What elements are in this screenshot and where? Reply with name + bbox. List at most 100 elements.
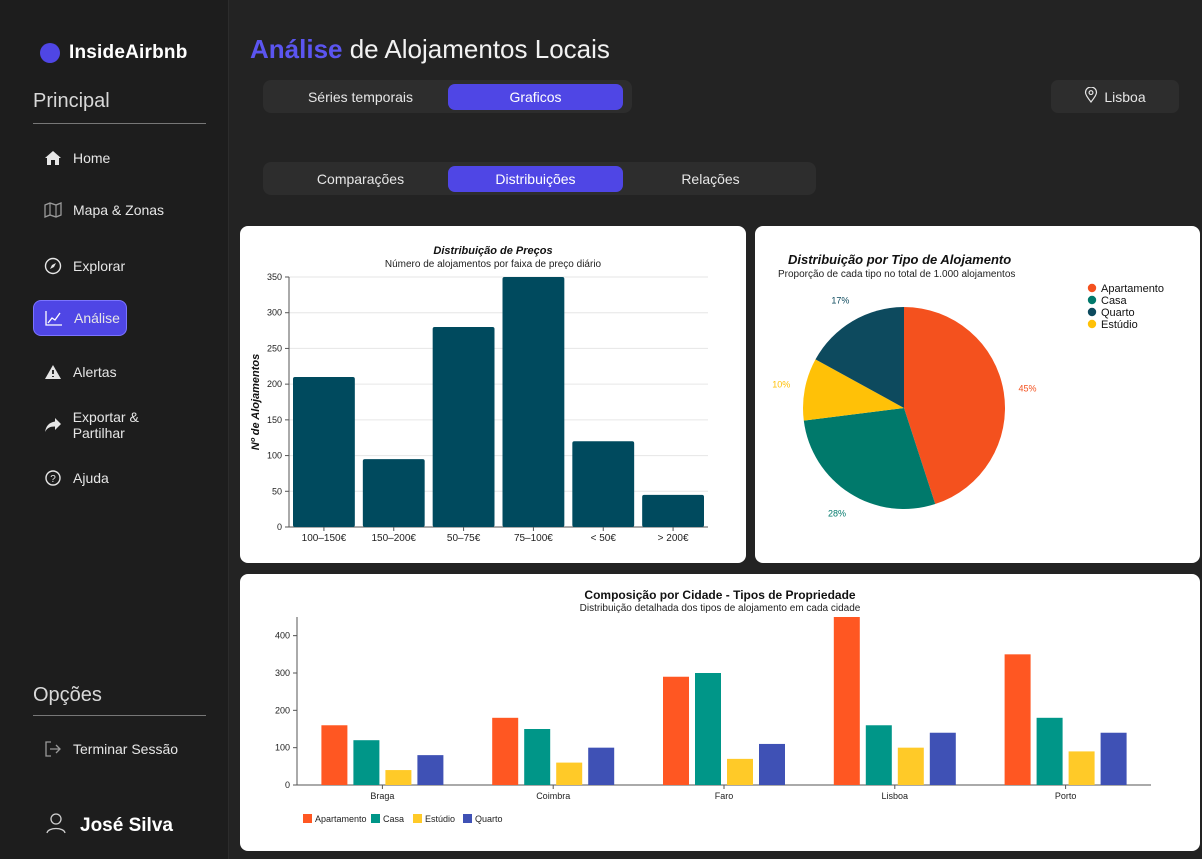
bar [293, 377, 355, 527]
x-tick-label: Faro [715, 791, 734, 801]
tab-series-temporais[interactable]: Séries temporais [273, 84, 448, 110]
chart-title: Composição por Cidade - Tipos de Proprie… [584, 588, 855, 602]
y-tick-label: 50 [272, 486, 282, 496]
price-distribution-card: Distribuição de Preços Número de alojamen… [240, 226, 746, 563]
x-tick-label: Coimbra [536, 791, 570, 801]
bar [727, 758, 753, 785]
svg-text:?: ? [50, 474, 56, 485]
bar [362, 459, 425, 527]
sidebar-item-home[interactable]: Home [33, 140, 193, 176]
pie-label: 10% [772, 380, 790, 390]
warning-icon [43, 362, 63, 382]
x-tick-label: 150–200€ [372, 533, 417, 544]
location-pin-icon [1084, 86, 1098, 106]
y-tick-label: 100 [267, 451, 282, 461]
legend-label: Apartamento [315, 814, 367, 824]
bar [1004, 654, 1031, 785]
legend-marker [1087, 319, 1097, 329]
user-profile[interactable]: José Silva [46, 812, 173, 839]
legend-label: Casa [1101, 295, 1128, 307]
type-distribution-card: Distribuição por Tipo de Alojamento Propo… [755, 226, 1200, 563]
x-tick-label: 100–150€ [302, 533, 347, 544]
y-tick-label: 150 [267, 415, 282, 425]
bar [929, 732, 956, 785]
logout-button[interactable]: Terminar Sessão [33, 731, 193, 767]
sidebar-item-ajuda[interactable]: ? Ajuda [33, 460, 193, 496]
city-composition-chart: Composição por Cidade - Tipos de Proprie… [275, 588, 1151, 824]
location-label: Lisboa [1104, 88, 1146, 105]
y-tick-label: 400 [275, 631, 290, 641]
bar [897, 747, 924, 785]
y-tick-label: 200 [267, 379, 282, 389]
x-tick-label: 50–75€ [447, 533, 481, 544]
user-avatar-icon [46, 812, 66, 839]
view-tabs: Séries temporais Graficos [263, 80, 632, 113]
pie-label: 28% [828, 509, 846, 519]
chart-subtitle: Distribuição detalhada dos tipos de aloj… [580, 603, 861, 614]
bar [759, 743, 785, 785]
chart-subtitle: Número de alojamentos por faixa de preço… [385, 259, 602, 270]
legend-marker [463, 814, 472, 823]
brand[interactable]: InsideAirbnb [40, 42, 188, 64]
user-name: José Silva [80, 814, 173, 836]
legend-label: Apartamento [1101, 283, 1164, 295]
section-divider [33, 715, 206, 716]
chart-line-icon [44, 308, 64, 328]
bar [572, 441, 635, 527]
bar [556, 762, 583, 785]
chart-title: Distribuição por Tipo de Alojamento [788, 252, 1011, 267]
sidebar-item-label: Análise [74, 310, 120, 326]
chart-title: Distribuição de Preços [433, 245, 552, 257]
y-axis-label: Nº de Alojamentos [250, 354, 262, 451]
tab-distribuicoes[interactable]: Distribuições [448, 166, 623, 192]
page-title-rest: de Alojamentos Locais [342, 34, 610, 64]
legend-marker [1087, 283, 1097, 293]
tab-graficos[interactable]: Graficos [448, 84, 623, 110]
chart-subtitle: Proporção de cada tipo no total de 1.000… [778, 269, 1015, 280]
chart-tabs: Comparações Distribuições Relações [263, 162, 816, 195]
bar [865, 725, 892, 785]
tab-comparacoes[interactable]: Comparações [273, 166, 448, 192]
sidebar-item-label: Explorar [73, 258, 126, 274]
x-tick-label: < 50€ [591, 533, 617, 544]
section-divider [33, 123, 206, 124]
legend-marker [303, 814, 312, 823]
brand-logo-icon [40, 43, 60, 63]
y-tick-label: 250 [267, 343, 282, 353]
help-icon: ? [43, 468, 63, 488]
price-distribution-chart: Distribuição de Preços Número de alojamen… [250, 245, 708, 544]
sidebar-item-mapa[interactable]: Mapa & Zonas [33, 192, 193, 228]
bar [385, 770, 412, 785]
bar [1068, 751, 1095, 785]
y-tick-label: 0 [285, 780, 290, 790]
bar [1100, 732, 1127, 785]
sidebar-item-alertas[interactable]: Alertas [33, 354, 193, 390]
pie-label: 17% [831, 295, 849, 305]
logout-icon [43, 739, 63, 759]
sidebar-item-analise[interactable]: Análise [33, 300, 127, 336]
y-tick-label: 200 [275, 705, 290, 715]
sidebar-item-explorar[interactable]: Explorar [33, 248, 193, 284]
legend-marker [371, 814, 380, 823]
tab-relacoes[interactable]: Relações [623, 166, 798, 192]
logout-label: Terminar Sessão [73, 741, 179, 757]
legend-label: Estúdio [1101, 319, 1138, 331]
sidebar-item-label: Alertas [73, 364, 117, 380]
pie-label: 45% [1018, 383, 1036, 393]
page-title: Análise de Alojamentos Locais [250, 34, 610, 65]
y-tick-label: 300 [267, 308, 282, 318]
legend-label: Casa [383, 814, 404, 824]
legend-label: Quarto [1101, 307, 1135, 319]
bar [588, 747, 615, 785]
sidebar-item-exportar[interactable]: Exportar & Partilhar [33, 407, 193, 443]
x-tick-label: Porto [1055, 791, 1077, 801]
page-title-accent: Análise [250, 34, 343, 64]
location-button[interactable]: Lisboa [1051, 80, 1179, 113]
x-tick-label: 75–100€ [514, 533, 553, 544]
legend-marker [413, 814, 422, 823]
bar [642, 494, 704, 527]
bar [524, 729, 551, 785]
sidebar: InsideAirbnb Principal Home Mapa & Zonas… [0, 0, 229, 859]
y-tick-label: 0 [277, 522, 282, 532]
map-icon [43, 200, 63, 220]
